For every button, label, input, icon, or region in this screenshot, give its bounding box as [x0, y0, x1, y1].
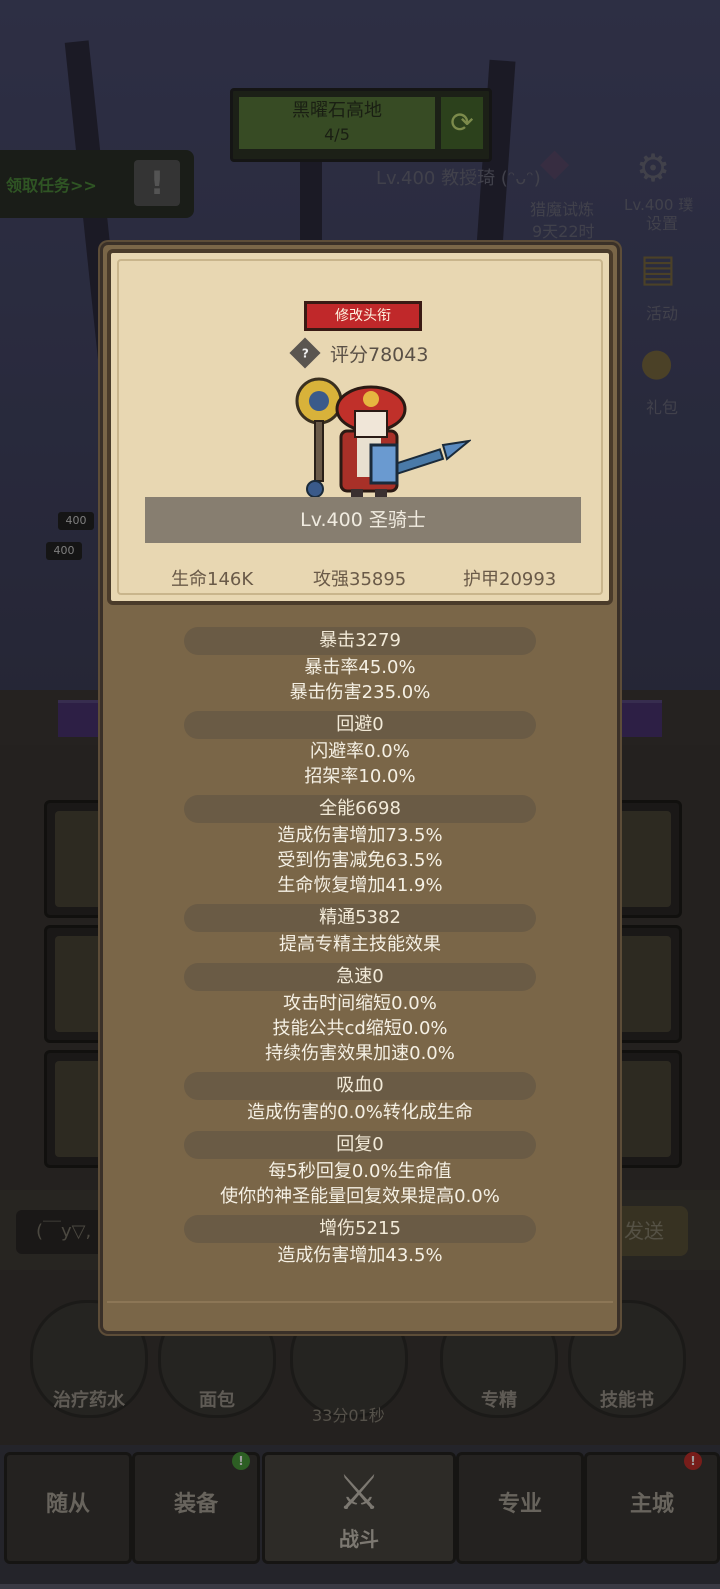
- boss-name: Lv.400 教授琦 (ᵔᴗᵔ): [376, 168, 541, 189]
- potion-label: 治疗药水: [53, 1390, 125, 1411]
- stat-header: 暴击3279: [184, 627, 536, 655]
- spec-label: 专精: [481, 1390, 517, 1411]
- attack-value: 攻强35895: [313, 569, 407, 590]
- stat-header: 回避0: [184, 711, 536, 739]
- stat-detail: 每5秒回复0.0%生命值: [268, 1161, 452, 1182]
- stat-detail: 攻击时间缩短0.0%: [283, 993, 437, 1014]
- stat-detail: 使你的神圣能量回复效果提高0.0%: [220, 1186, 500, 1207]
- stat-detail: 技能公共cd缩短0.0%: [272, 1018, 448, 1039]
- stat-detail: 暴击伤害235.0%: [289, 682, 431, 703]
- activity-icon[interactable]: ▤: [640, 246, 676, 290]
- equipment-badge: !: [232, 1452, 250, 1470]
- skillbook-label: 技能书: [600, 1390, 654, 1411]
- stat-detail: 提高专精主技能效果: [279, 934, 441, 955]
- quest-tab[interactable]: 领取任务>> !: [0, 150, 194, 218]
- tab-followers[interactable]: 随从: [4, 1452, 132, 1564]
- stat-detail: 闪避率0.0%: [310, 741, 410, 762]
- gear-icon[interactable]: ⚙: [636, 146, 670, 190]
- stat-detail: 造成伤害的0.0%转化成生命: [247, 1102, 473, 1123]
- stat-header: 精通5382: [184, 904, 536, 932]
- score-row: ? 评分78043: [289, 337, 429, 369]
- zone-indicator[interactable]: 黑曜石高地 4/5 ⟳: [230, 88, 492, 162]
- stat-detail: 暴击率45.0%: [304, 657, 416, 678]
- tab-city[interactable]: 主城: [584, 1452, 720, 1564]
- stat-detail: 造成伤害增加43.5%: [277, 1245, 443, 1266]
- event-name: 猎魔试炼: [530, 200, 595, 219]
- activity-label: 活动: [646, 304, 679, 323]
- armor-value: 护甲20993: [463, 569, 557, 590]
- stats-list: 暴击3279 暴击率45.0% 暴击伤害235.0% 回避0 闪避率0.0% 招架率10.…: [107, 621, 613, 1268]
- zone-name: 黑曜石高地 4/5: [239, 97, 435, 149]
- tab-battle[interactable]: ⚔ 战斗: [262, 1452, 456, 1564]
- stat-detail: 持续伤害效果加速0.0%: [265, 1043, 455, 1064]
- bread-label: 面包: [199, 1390, 235, 1411]
- exclamation-icon: !: [134, 160, 180, 206]
- gift-label: 礼包: [646, 398, 679, 417]
- character-header: 修改头衔 ? 评分78043 Lv.400 圣骑士 生命146K 攻强35895…: [107, 249, 613, 605]
- hp-value: 生命146K: [171, 569, 254, 590]
- level-tag: 400: [46, 542, 82, 560]
- tab-profession[interactable]: 专业: [456, 1452, 584, 1564]
- stat-header: 增伤5215: [184, 1215, 536, 1243]
- tab-battle-label: 战斗: [339, 1527, 379, 1551]
- stat-detail: 生命恢复增加41.9%: [277, 875, 443, 896]
- stat-detail: 造成伤害增加73.5%: [277, 825, 443, 846]
- stat-header: 回复0: [184, 1131, 536, 1159]
- chest-timer: 33分01秒: [312, 1406, 385, 1425]
- panel-footer: [107, 1301, 613, 1327]
- stat-detail: 受到伤害减免63.5%: [277, 850, 443, 871]
- demon-icon[interactable]: ◆: [540, 140, 569, 184]
- settings-label: 设置: [646, 214, 679, 233]
- edit-title-button[interactable]: 修改头衔: [304, 301, 422, 331]
- refresh-icon[interactable]: ⟳: [441, 97, 483, 149]
- stat-header: 吸血0: [184, 1072, 536, 1100]
- score-value: 评分78043: [330, 343, 429, 366]
- stat-header: 全能6698: [184, 795, 536, 823]
- help-icon[interactable]: ?: [289, 337, 321, 369]
- stat-header: 急速0: [184, 963, 536, 991]
- character-stats-panel: 修改头衔 ? 评分78043 Lv.400 圣骑士 生命146K 攻强35895…: [100, 242, 620, 1334]
- event-timer: 9天22时: [532, 222, 595, 241]
- quest-tab-label: 领取任务>>: [6, 176, 97, 195]
- hero-level-class: Lv.400 圣骑士: [145, 497, 581, 543]
- stat-detail: 招架率10.0%: [304, 766, 416, 787]
- city-badge: !: [684, 1452, 702, 1470]
- paladin-avatar: [295, 377, 471, 507]
- level-tag: 400: [58, 512, 94, 530]
- gift-icon[interactable]: ●: [640, 340, 673, 384]
